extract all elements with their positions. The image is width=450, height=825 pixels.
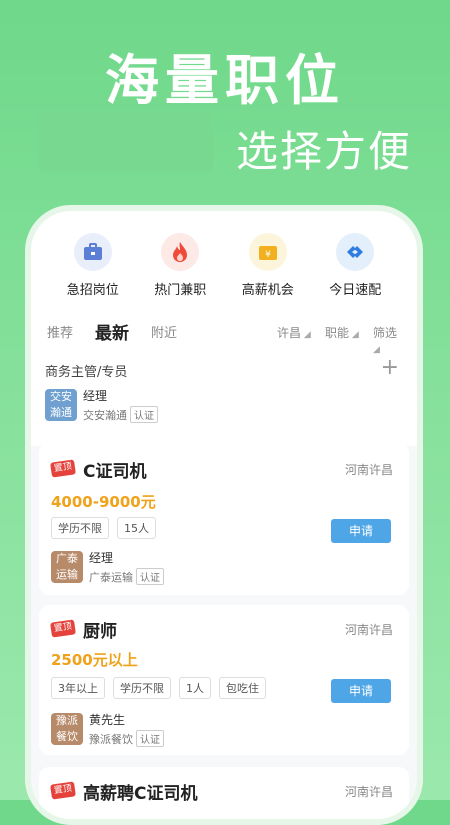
company-line: 交安瀚通 认证 (83, 406, 158, 423)
job-title: 厨师 (83, 622, 117, 642)
dropdown-triangle-icon: ◢ (349, 330, 359, 340)
briefcase-icon (73, 233, 112, 271)
flame-icon (161, 233, 200, 271)
job-tags: 学历不限 15人 (51, 517, 164, 539)
filter-city[interactable]: 许昌 ◢ (277, 324, 311, 341)
contact-name: 经理 (83, 389, 108, 403)
tab-latest[interactable]: 最新 (95, 319, 129, 344)
company-logo: 豫派 餐饮 (51, 713, 83, 745)
job-card[interactable]: 置顶 C证司机 河南许昌 4000-9000元 学历不限 15人 申请 广泰 运输… (39, 443, 409, 595)
dropdown-triangle-icon: ◢ (373, 345, 380, 355)
filter-city-label: 许昌 (277, 326, 302, 340)
blurred-banner (38, 112, 213, 172)
company-name: 广泰运输 (89, 571, 133, 584)
hero-subtitle: 选择方便 (235, 127, 412, 176)
phone-mockup: 急招岗位 热门兼职 ¥ 高薪机会 今日速配 推荐 最新 附近 许昌 ◢ 职能 ◢… (25, 205, 423, 825)
wallet-icon: ¥ (248, 233, 287, 271)
quick-entry-hot-part-time[interactable]: 热门兼职 (137, 233, 225, 298)
job-company[interactable]: 豫派 餐饮 黄先生 豫派餐饮 认证 (51, 711, 164, 747)
job-tag: 学历不限 (51, 517, 109, 539)
job-salary: 2500元以上 (51, 651, 138, 669)
job-card[interactable]: 置顶 厨师 河南许昌 2500元以上 3年以上 学历不限 1人 包吃住 申请 豫… (39, 605, 409, 755)
company-info: 黄先生 豫派餐饮 认证 (89, 711, 164, 747)
pinned-badge: 置顶 (50, 619, 76, 638)
dropdown-triangle-icon: ◢ (301, 330, 311, 340)
job-tag: 15人 (117, 517, 156, 539)
job-location: 河南许昌 (344, 785, 393, 799)
apply-button[interactable]: 申请 (331, 519, 391, 543)
pinned-badge: 置顶 (50, 459, 76, 478)
tab-recommend[interactable]: 推荐 (47, 322, 73, 341)
job-card[interactable]: 置顶 高薪聘C证司机 河南许昌 (39, 767, 409, 819)
company-logo: 广泰 运输 (51, 551, 83, 583)
apply-button[interactable]: 申请 (331, 679, 391, 703)
job-tag: 学历不限 (113, 677, 171, 699)
match-icon (336, 233, 375, 271)
job-tag: 3年以上 (51, 677, 105, 699)
pinned-badge: 置顶 (50, 781, 76, 800)
job-salary: 4000-9000元 (51, 493, 156, 511)
tab-nearby[interactable]: 附近 (151, 322, 177, 341)
subscription-title: 商务主管/专员 (45, 365, 128, 380)
hero-title: 海量职位 (105, 49, 345, 112)
filter-function[interactable]: 职能 ◢ (325, 324, 359, 341)
job-tag: 包吃住 (219, 677, 266, 699)
job-company[interactable]: 广泰 运输 经理 广泰运输 认证 (51, 549, 164, 585)
job-tag: 1人 (179, 677, 211, 699)
company-info: 经理 广泰运输 认证 (89, 549, 164, 585)
job-location: 河南许昌 (344, 463, 393, 477)
contact-name: 经理 (89, 551, 114, 565)
company-name: 豫派餐饮 (89, 733, 133, 746)
quick-entry-label: 急招岗位 (66, 283, 119, 298)
quick-entries: 急招岗位 热门兼职 ¥ 高薪机会 今日速配 (31, 233, 417, 298)
company-name: 交安瀚通 (83, 409, 127, 422)
subscription-company[interactable]: 交安 瀚通 经理 交安瀚通 认证 (45, 387, 158, 423)
quick-entry-label: 高薪机会 (241, 283, 294, 298)
company-line: 豫派餐饮 认证 (89, 730, 164, 747)
filter-screen-label: 筛选 (373, 326, 398, 340)
job-title: 高薪聘C证司机 (83, 784, 198, 804)
quick-entry-high-salary[interactable]: ¥ 高薪机会 (224, 233, 312, 298)
top-panel: 急招岗位 热门兼职 ¥ 高薪机会 今日速配 推荐 最新 附近 许昌 ◢ 职能 ◢… (31, 211, 417, 446)
job-tags: 3年以上 学历不限 1人 包吃住 (51, 677, 274, 699)
quick-entry-label: 今日速配 (329, 283, 382, 298)
contact-name: 黄先生 (89, 713, 126, 727)
company-line: 广泰运输 认证 (89, 568, 164, 585)
quick-entry-urgent[interactable]: 急招岗位 (49, 233, 137, 298)
add-icon[interactable]: + (381, 355, 399, 380)
job-title: C证司机 (83, 462, 147, 482)
svg-text:¥: ¥ (265, 250, 271, 260)
quick-entry-today-match[interactable]: 今日速配 (312, 233, 400, 298)
auth-badge: 认证 (136, 568, 164, 585)
job-location: 河南许昌 (344, 623, 393, 637)
filter-screen[interactable]: 筛选 ◢ (373, 324, 403, 355)
quick-entry-label: 热门兼职 (154, 283, 207, 298)
list-tabs: 推荐 最新 附近 许昌 ◢ 职能 ◢ 筛选 ◢ (45, 319, 403, 355)
filter-function-label: 职能 (325, 326, 350, 340)
company-logo: 交安 瀚通 (45, 389, 77, 421)
auth-badge: 认证 (130, 406, 158, 423)
company-info: 经理 交安瀚通 认证 (83, 387, 158, 423)
auth-badge: 认证 (136, 730, 164, 747)
